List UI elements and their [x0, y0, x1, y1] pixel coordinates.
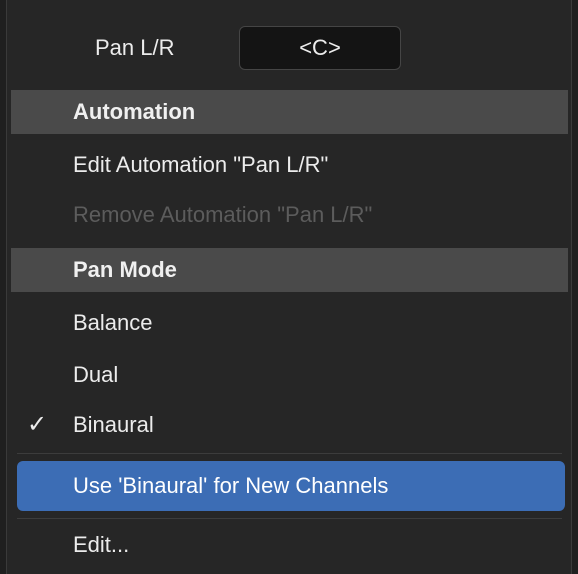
menu-item-balance[interactable]: Balance	[11, 300, 568, 346]
pan-label: Pan L/R	[95, 35, 175, 60]
pan-row: Pan L/R <C>	[7, 22, 571, 76]
pan-value-field[interactable]: <C>	[239, 26, 401, 70]
menu-separator	[17, 518, 562, 519]
menu-item-binaural[interactable]: ✓ Binaural	[11, 402, 568, 448]
menu-item-remove-automation: Remove Automation "Pan L/R"	[73, 202, 373, 227]
checkmark-icon: ✓	[27, 411, 48, 438]
menu-item-binaural-label: Binaural	[73, 412, 154, 437]
menu-item-use-binaural-for-new-channels[interactable]: Use 'Binaural' for New Channels	[17, 461, 565, 511]
section-header-automation: Automation	[11, 90, 568, 134]
menu-item-edit[interactable]: Edit...	[11, 522, 568, 568]
section-header-pan-mode: Pan Mode	[11, 248, 568, 292]
menu-separator	[17, 453, 562, 454]
menu-item-dual[interactable]: Dual	[11, 352, 568, 398]
pan-context-menu: Pan L/R <C> Automation Edit Automation "…	[6, 0, 572, 574]
menu-item-edit-automation[interactable]: Edit Automation "Pan L/R"	[11, 142, 568, 188]
